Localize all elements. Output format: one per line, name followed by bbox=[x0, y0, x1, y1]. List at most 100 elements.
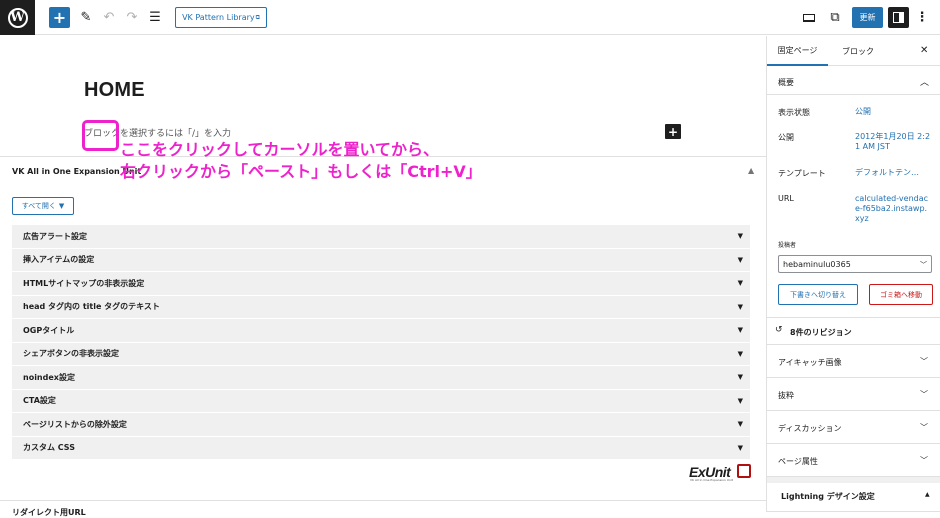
page-attributes-label: ページ属性 bbox=[778, 457, 818, 466]
caret-up-icon: ▲ bbox=[925, 491, 930, 498]
editor-toolbar: W + ✎ ↶ ↷ ☰ VK Pattern Library ⧉ ⧉ 更新 ⋮ bbox=[0, 0, 940, 35]
close-sidebar-button[interactable]: ✕ bbox=[920, 45, 928, 56]
visibility-value[interactable]: 公開 bbox=[855, 107, 931, 117]
url-value[interactable]: calculated-vendace-f65ba2.instawp.xyz bbox=[855, 194, 931, 224]
accordion-item-html-sitemap[interactable]: HTMLサイトマップの非表示設定 ▼ bbox=[12, 272, 750, 296]
caret-down-icon: ▼ bbox=[737, 349, 743, 358]
caret-up-icon: ▲ bbox=[748, 166, 755, 175]
visibility-label: 表示状態 bbox=[778, 108, 810, 117]
author-select-value: hebaminulu0365 bbox=[783, 259, 851, 269]
redo-icon: ↷ bbox=[126, 10, 138, 25]
vk-pattern-library-button[interactable]: VK Pattern Library ⧉ bbox=[175, 7, 267, 28]
accordion-item-cta[interactable]: CTA設定 ▼ bbox=[12, 389, 750, 413]
sidebar-tabs: 固定ページ ブロック ✕ bbox=[767, 36, 940, 66]
more-vertical-icon: ⋮ bbox=[915, 10, 929, 25]
accordion-item-label: OGPタイトル bbox=[23, 325, 75, 335]
wordpress-icon: W bbox=[7, 7, 28, 28]
chevron-down-icon: ﹀ bbox=[920, 423, 928, 432]
exunit-logo: ExUnit VK All in One Expansion Unit bbox=[689, 462, 753, 482]
exunit-logo-subtext: VK All in One Expansion Unit bbox=[690, 478, 733, 482]
chevron-up-icon: ︿ bbox=[920, 78, 930, 88]
caret-down-icon: ▼ bbox=[737, 396, 743, 405]
chevron-down-icon: ﹀ bbox=[920, 261, 927, 269]
history-icon: ↺ bbox=[775, 325, 783, 335]
summary-panel-header[interactable]: 概要 ︿ bbox=[767, 67, 940, 95]
accordion-item-ad-alert[interactable]: 広告アラート設定 ▼ bbox=[12, 225, 750, 249]
external-link-icon: ⧉ bbox=[255, 13, 260, 21]
move-to-trash-button[interactable]: ゴミ箱へ移動 bbox=[869, 284, 933, 305]
vk-expansion-metabox: VK All in One Expansion Unit ▲ すべて開く ▼ 広… bbox=[0, 156, 766, 501]
accordion-item-label: ページリストからの除外設定 bbox=[23, 419, 127, 429]
accordion-item-label: HTMLサイトマップの非表示設定 bbox=[23, 278, 145, 288]
external-link-icon: ⧉ bbox=[830, 10, 840, 25]
discussion-label: ディスカッション bbox=[778, 424, 842, 433]
accordion-item-head-title[interactable]: head タグ内の title タグのテキスト ▼ bbox=[12, 295, 750, 319]
accordion-item-noindex[interactable]: noindex設定 ▼ bbox=[12, 366, 750, 390]
redirect-url-metabox: リダイレクト用URL bbox=[0, 500, 766, 517]
close-icon: ✕ bbox=[920, 45, 929, 56]
switch-to-draft-button[interactable]: 下書きへ切り替え bbox=[778, 284, 858, 305]
view-button[interactable] bbox=[800, 7, 818, 28]
summary-title: 概要 bbox=[778, 78, 794, 87]
accordion-item-page-list-exclude[interactable]: ページリストからの除外設定 ▼ bbox=[12, 413, 750, 437]
tools-button[interactable]: ✎ bbox=[77, 7, 95, 28]
excerpt-panel[interactable]: 抜粋 ﹀ bbox=[767, 378, 940, 411]
annotation-highlight-box bbox=[82, 120, 119, 151]
tutorial-annotation: ここをクリックしてカーソルを置いてから、 右クリックから「ペースト」もしくは「C… bbox=[120, 139, 482, 183]
caret-down-icon: ▼ bbox=[737, 326, 743, 335]
caret-down-icon: ▼ bbox=[737, 443, 743, 452]
block-inserter-button[interactable]: + bbox=[665, 124, 681, 139]
accordion-item-label: CTA設定 bbox=[23, 396, 56, 406]
template-value[interactable]: デフォルトテン… bbox=[855, 168, 931, 178]
open-all-button[interactable]: すべて開く ▼ bbox=[12, 197, 74, 215]
preview-button[interactable]: ⧉ bbox=[826, 7, 844, 28]
desktop-icon bbox=[803, 13, 815, 22]
tab-block[interactable]: ブロック bbox=[838, 36, 878, 66]
author-label: 投稿者 bbox=[778, 242, 797, 249]
annotation-line-1: ここをクリックしてカーソルを置いてから、 bbox=[120, 140, 440, 159]
redo-button[interactable]: ↷ bbox=[123, 7, 141, 28]
url-label: URL bbox=[778, 194, 794, 203]
vk-pattern-library-label: VK Pattern Library bbox=[182, 13, 255, 22]
settings-button[interactable] bbox=[888, 7, 909, 28]
caret-down-icon: ▼ bbox=[737, 420, 743, 429]
document-overview-button[interactable]: ☰ bbox=[146, 7, 164, 28]
revisions-label: 8件のリビジョン bbox=[790, 328, 852, 337]
metabox-collapse-button[interactable]: ▲ bbox=[748, 166, 754, 175]
accordion-item-custom-css[interactable]: カスタム CSS ▼ bbox=[12, 436, 750, 460]
annotation-line-2: 右クリックから「ペースト」もしくは「Ctrl+V」 bbox=[120, 162, 482, 181]
metabox-title: リダイレクト用URL bbox=[12, 508, 86, 517]
chevron-down-icon: ﹀ bbox=[920, 357, 928, 366]
plus-icon: + bbox=[52, 8, 67, 27]
author-select[interactable]: hebaminulu0365 ﹀ bbox=[778, 255, 932, 273]
featured-image-panel[interactable]: アイキャッチ画像 ﹀ bbox=[767, 345, 940, 378]
sidebar-icon bbox=[893, 12, 904, 23]
accordion-item-label: カスタム CSS bbox=[23, 443, 75, 453]
page-attributes-panel[interactable]: ページ属性 ﹀ bbox=[767, 444, 940, 477]
accordion-item-label: 挿入アイテムの設定 bbox=[23, 255, 95, 265]
page-title[interactable]: HOME bbox=[84, 79, 145, 102]
featured-image-label: アイキャッチ画像 bbox=[778, 358, 842, 367]
revisions-link[interactable]: ↺ 8件のリビジョン bbox=[767, 317, 940, 345]
list-view-icon: ☰ bbox=[149, 10, 161, 25]
accordion-item-share-buttons[interactable]: シェアボタンの非表示設定 ▼ bbox=[12, 342, 750, 366]
update-button[interactable]: 更新 bbox=[852, 7, 883, 28]
add-block-button[interactable]: + bbox=[49, 7, 70, 28]
undo-icon: ↶ bbox=[103, 10, 115, 25]
accordion-item-insert-items[interactable]: 挿入アイテムの設定 ▼ bbox=[12, 248, 750, 272]
lightning-design-panel[interactable]: Lightning デザイン設定 ▲ bbox=[767, 477, 940, 512]
discussion-panel[interactable]: ディスカッション ﹀ bbox=[767, 411, 940, 444]
accordion-item-ogp-title[interactable]: OGPタイトル ▼ bbox=[12, 319, 750, 343]
editor-canvas: HOME ブロックを選択するには「/」を入力 + VK All in One E… bbox=[0, 36, 766, 512]
settings-sidebar: 固定ページ ブロック ✕ 概要 ︿ 表示状態 公開 公開 2012年1月20日 … bbox=[766, 36, 940, 512]
undo-button[interactable]: ↶ bbox=[100, 7, 118, 28]
caret-down-icon: ▼ bbox=[737, 302, 743, 311]
chevron-down-icon: ﹀ bbox=[920, 456, 928, 465]
accordion-item-label: 広告アラート設定 bbox=[23, 231, 87, 241]
wordpress-logo-button[interactable]: W bbox=[0, 0, 35, 35]
settings-accordion: 広告アラート設定 ▼ 挿入アイテムの設定 ▼ HTMLサイトマップの非表示設定 ▼ h… bbox=[12, 225, 750, 460]
tab-page[interactable]: 固定ページ bbox=[767, 36, 828, 66]
publish-date-value[interactable]: 2012年1月20日 2:21 AM JST bbox=[855, 132, 931, 152]
options-button[interactable]: ⋮ bbox=[915, 7, 929, 28]
plus-icon: + bbox=[667, 124, 679, 139]
